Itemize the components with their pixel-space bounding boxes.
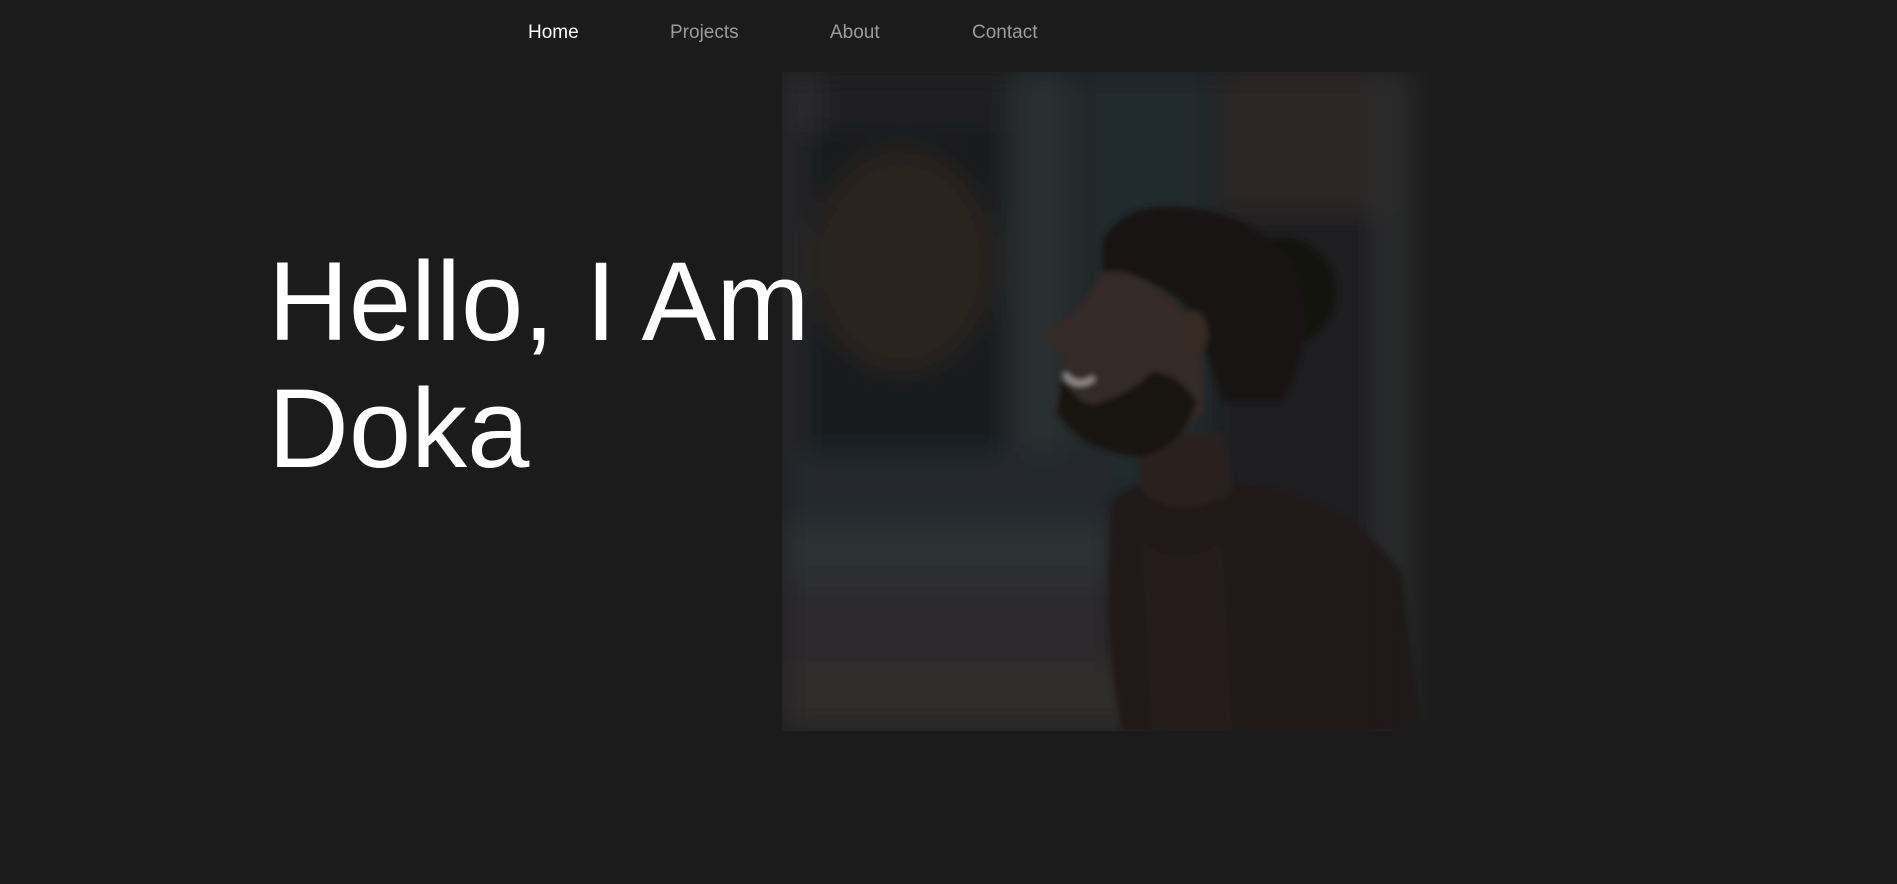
nav-link-contact[interactable]: Contact [972, 22, 1037, 44]
hero-heading-line-2: Doka [268, 366, 530, 491]
hero-heading: Hello, I Am Doka [268, 238, 810, 492]
nav-link-home[interactable]: Home [528, 22, 579, 44]
hero-heading-line-1: Hello, I Am [268, 239, 810, 364]
nav-link-projects[interactable]: Projects [670, 22, 739, 44]
top-navigation: Home Projects About Contact [0, 0, 1568, 68]
portfolio-page: Home Projects About Contact Hello, I Am … [0, 0, 1568, 731]
nav-link-about[interactable]: About [830, 22, 880, 44]
hero-portrait-image [782, 72, 1432, 731]
